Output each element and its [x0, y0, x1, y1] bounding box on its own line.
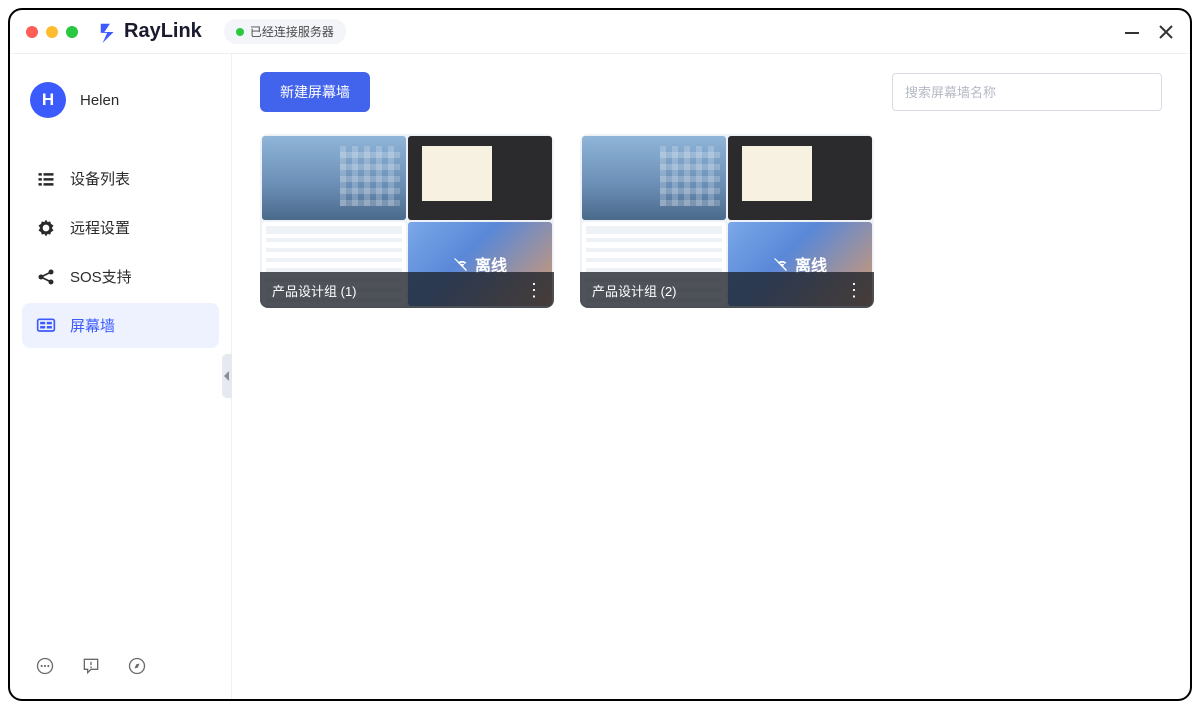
sidebar: H Helen 设备列表 远程设置 — [10, 54, 232, 699]
titlebar: RayLink 已经连接服务器 — [10, 10, 1190, 54]
card-title: 产品设计组 (1) — [272, 281, 357, 300]
grid-monitor-icon — [36, 316, 56, 336]
gear-icon — [36, 218, 56, 238]
card-footer: 产品设计组 (1) ⋮ — [260, 272, 554, 308]
offline-icon — [773, 256, 789, 272]
avatar: H — [30, 82, 66, 118]
window-controls — [1124, 24, 1174, 40]
screen-thumbnail — [728, 136, 872, 220]
sidebar-item-label: 屏幕墙 — [70, 315, 115, 336]
nav: 设备列表 远程设置 SOS支持 — [22, 156, 219, 348]
sidebar-item-label: 远程设置 — [70, 217, 130, 238]
sidebar-item-screenwall[interactable]: 屏幕墙 — [22, 303, 219, 348]
status-text: 已经连接服务器 — [250, 23, 334, 40]
screen-thumbnail — [408, 136, 552, 220]
screen-thumbnail — [262, 136, 406, 220]
sidebar-item-label: SOS支持 — [70, 266, 132, 287]
screenwall-grid: 离线 产品设计组 (1) ⋮ 离线 产品设 — [260, 134, 1162, 308]
username: Helen — [80, 92, 119, 109]
main-content: 新建屏幕墙 离线 产品设计组 (1) ⋮ — [232, 54, 1190, 699]
app-window: RayLink 已经连接服务器 H Helen — [8, 8, 1192, 701]
toolbar: 新建屏幕墙 — [260, 72, 1162, 112]
close-window-button[interactable] — [26, 26, 38, 38]
app-logo: RayLink — [98, 20, 202, 43]
feedback-icon[interactable] — [80, 655, 102, 677]
logo-icon — [98, 21, 120, 43]
search-input[interactable] — [892, 73, 1162, 111]
sidebar-footer — [22, 655, 219, 683]
close-icon[interactable] — [1158, 24, 1174, 40]
user-profile[interactable]: H Helen — [22, 82, 219, 142]
app-name: RayLink — [124, 20, 202, 43]
card-menu-button[interactable]: ⋮ — [525, 280, 542, 301]
sidebar-item-label: 设备列表 — [70, 168, 130, 189]
connection-status: 已经连接服务器 — [224, 19, 346, 44]
app-body: H Helen 设备列表 远程设置 — [10, 54, 1190, 699]
minimize-window-button[interactable] — [46, 26, 58, 38]
sidebar-item-devices[interactable]: 设备列表 — [22, 156, 219, 201]
more-icon[interactable] — [34, 655, 56, 677]
sidebar-collapse-handle[interactable] — [222, 354, 232, 398]
screenwall-card[interactable]: 离线 产品设计组 (2) ⋮ — [580, 134, 874, 308]
maximize-window-button[interactable] — [66, 26, 78, 38]
status-dot-icon — [236, 28, 244, 36]
card-menu-button[interactable]: ⋮ — [845, 280, 862, 301]
card-footer: 产品设计组 (2) ⋮ — [580, 272, 874, 308]
create-screenwall-button[interactable]: 新建屏幕墙 — [260, 72, 370, 112]
list-icon — [36, 169, 56, 189]
screenwall-card[interactable]: 离线 产品设计组 (1) ⋮ — [260, 134, 554, 308]
compass-icon[interactable] — [126, 655, 148, 677]
sidebar-item-sos[interactable]: SOS支持 — [22, 254, 219, 299]
screen-thumbnail — [582, 136, 726, 220]
minimize-icon[interactable] — [1124, 24, 1140, 40]
offline-icon — [453, 256, 469, 272]
card-title: 产品设计组 (2) — [592, 281, 677, 300]
share-icon — [36, 267, 56, 287]
traffic-lights — [26, 26, 78, 38]
sidebar-item-remote-settings[interactable]: 远程设置 — [22, 205, 219, 250]
